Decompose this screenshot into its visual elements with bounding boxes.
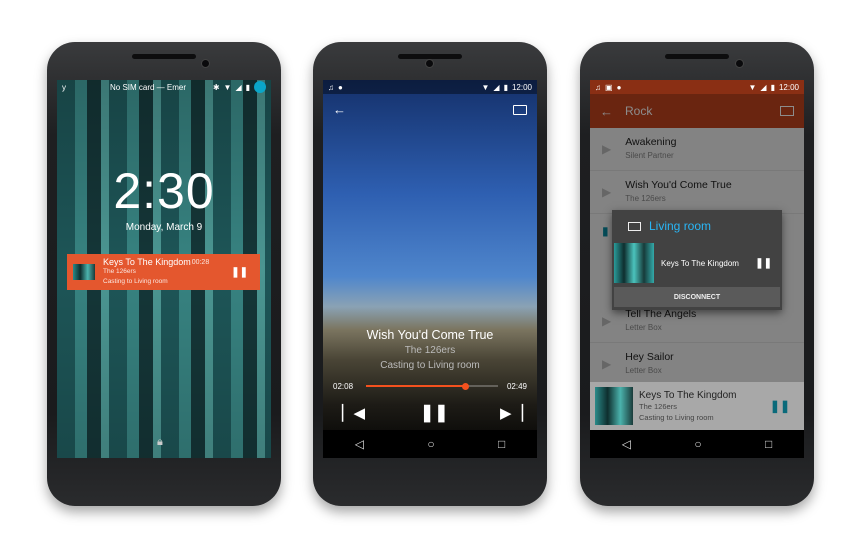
seek-bar[interactable]	[366, 382, 498, 390]
seek-progress	[366, 382, 469, 390]
music-note-icon: ♫	[595, 82, 601, 92]
home-icon[interactable]: ○	[694, 437, 701, 451]
duration: 02:49	[506, 382, 527, 391]
mini-title: Keys To The Kingdom	[639, 389, 737, 401]
mini-player[interactable]: Keys To The Kingdom The 126ers Casting t…	[590, 382, 804, 430]
elapsed-time: 02:08	[333, 382, 354, 391]
wifi-icon: ▼	[223, 82, 232, 92]
skip-next-icon[interactable]: ▶▕	[500, 404, 523, 422]
notification-icon: ●	[338, 82, 343, 92]
status-bar: y No SIM card — Emer ✱ ▼ ◢ ▮	[57, 80, 271, 94]
wifi-icon: ▼	[748, 82, 757, 92]
image-icon: ▣	[605, 82, 613, 92]
skip-previous-icon[interactable]: ▏◀	[342, 404, 365, 422]
pause-icon[interactable]: ❚❚	[770, 399, 790, 413]
dialog-track: Keys To The Kingdom	[661, 258, 739, 268]
track-artist: The 126ers	[404, 345, 456, 356]
status-clock: 12:00	[778, 82, 799, 92]
pause-icon[interactable]: ❚❚	[231, 267, 248, 278]
date: Monday, March 9	[125, 222, 203, 233]
phone-player: ♫ ● ▼ ◢ ▮ 12:00 ← Wish You'd Come True The …	[313, 42, 547, 506]
back-arrow-icon[interactable]: ←	[333, 102, 346, 117]
track-title: Wish You'd Come True	[366, 328, 494, 342]
seek-thumb[interactable]	[461, 382, 469, 390]
notification-icon: ●	[616, 82, 622, 92]
media-notification[interactable]: Keys To The Kingdom The 126ers Casting t…	[67, 254, 260, 290]
camera	[735, 59, 744, 68]
status-bar: ♫ ● ▼ ◢ ▮ 12:00	[323, 80, 537, 94]
pause-icon[interactable]: ❚❚	[755, 258, 772, 269]
notification-artist: The 126ers	[103, 268, 136, 275]
speaker	[665, 54, 729, 59]
battery-icon: ▮	[245, 82, 250, 92]
status-left: y	[62, 82, 66, 92]
nav-bar: ◁ ○ □	[590, 430, 804, 458]
cast-connected-icon	[628, 221, 641, 231]
mini-subtitle: Casting to Living room	[639, 412, 714, 422]
bluetooth-icon: ✱	[212, 82, 220, 92]
carrier-text: No SIM card — Emer	[110, 82, 187, 92]
recents-icon[interactable]: □	[765, 437, 772, 451]
lockscreen: y No SIM card — Emer ✱ ▼ ◢ ▮ 2:30 Monday…	[57, 80, 271, 458]
list-screen: ♫ ▣ ● ▼ ◢ ▮ 12:00 ← Rock ▶ Awakening Silent Pa…	[590, 80, 804, 458]
home-icon[interactable]: ○	[427, 437, 434, 451]
player-screen: ♫ ● ▼ ◢ ▮ 12:00 ← Wish You'd Come True The …	[323, 80, 537, 458]
lock-icon[interactable]: 🔒︎	[157, 436, 163, 449]
nav-bar: ◁ ○ □	[323, 430, 537, 458]
signal-icon: ◢	[760, 82, 767, 92]
notification-title: Keys To The Kingdom	[103, 257, 191, 267]
phone-lockscreen: y No SIM card — Emer ✱ ▼ ◢ ▮ 2:30 Monday…	[47, 42, 281, 506]
recents-icon[interactable]: □	[498, 437, 505, 451]
user-avatar-icon[interactable]	[254, 81, 266, 93]
status-bar: ♫ ▣ ● ▼ ◢ ▮ 12:00	[590, 80, 804, 94]
notification-elapsed: 00:28	[191, 259, 210, 266]
cast-dialog: Living room Keys To The Kingdom ❚❚ DISCO…	[612, 210, 782, 310]
mini-artist: The 126ers	[639, 401, 677, 411]
battery-icon: ▮	[770, 82, 775, 92]
clock: 2:30	[113, 163, 215, 219]
wifi-icon: ▼	[481, 82, 490, 92]
dialog-title: Living room	[649, 219, 712, 233]
notification-subtitle: Casting to Living room	[103, 278, 168, 285]
album-art	[73, 264, 95, 280]
back-icon[interactable]: ◁	[622, 437, 631, 451]
signal-icon: ◢	[493, 82, 500, 92]
speaker	[132, 54, 196, 59]
album-art	[614, 243, 654, 283]
camera	[201, 59, 210, 68]
camera	[425, 59, 434, 68]
cast-icon[interactable]	[513, 105, 527, 115]
pause-icon[interactable]: ❚❚	[420, 403, 449, 423]
battery-icon: ▮	[503, 82, 508, 92]
signal-icon: ◢	[235, 82, 242, 92]
cast-status: Casting to Living room	[380, 360, 480, 371]
back-icon[interactable]: ◁	[355, 437, 364, 451]
status-clock: 12:00	[511, 82, 532, 92]
album-art	[595, 387, 633, 425]
phone-list: ♫ ▣ ● ▼ ◢ ▮ 12:00 ← Rock ▶ Awakening Silent Pa…	[580, 42, 814, 506]
music-note-icon: ♫	[328, 82, 334, 92]
disconnect-button[interactable]: DISCONNECT	[614, 287, 780, 307]
